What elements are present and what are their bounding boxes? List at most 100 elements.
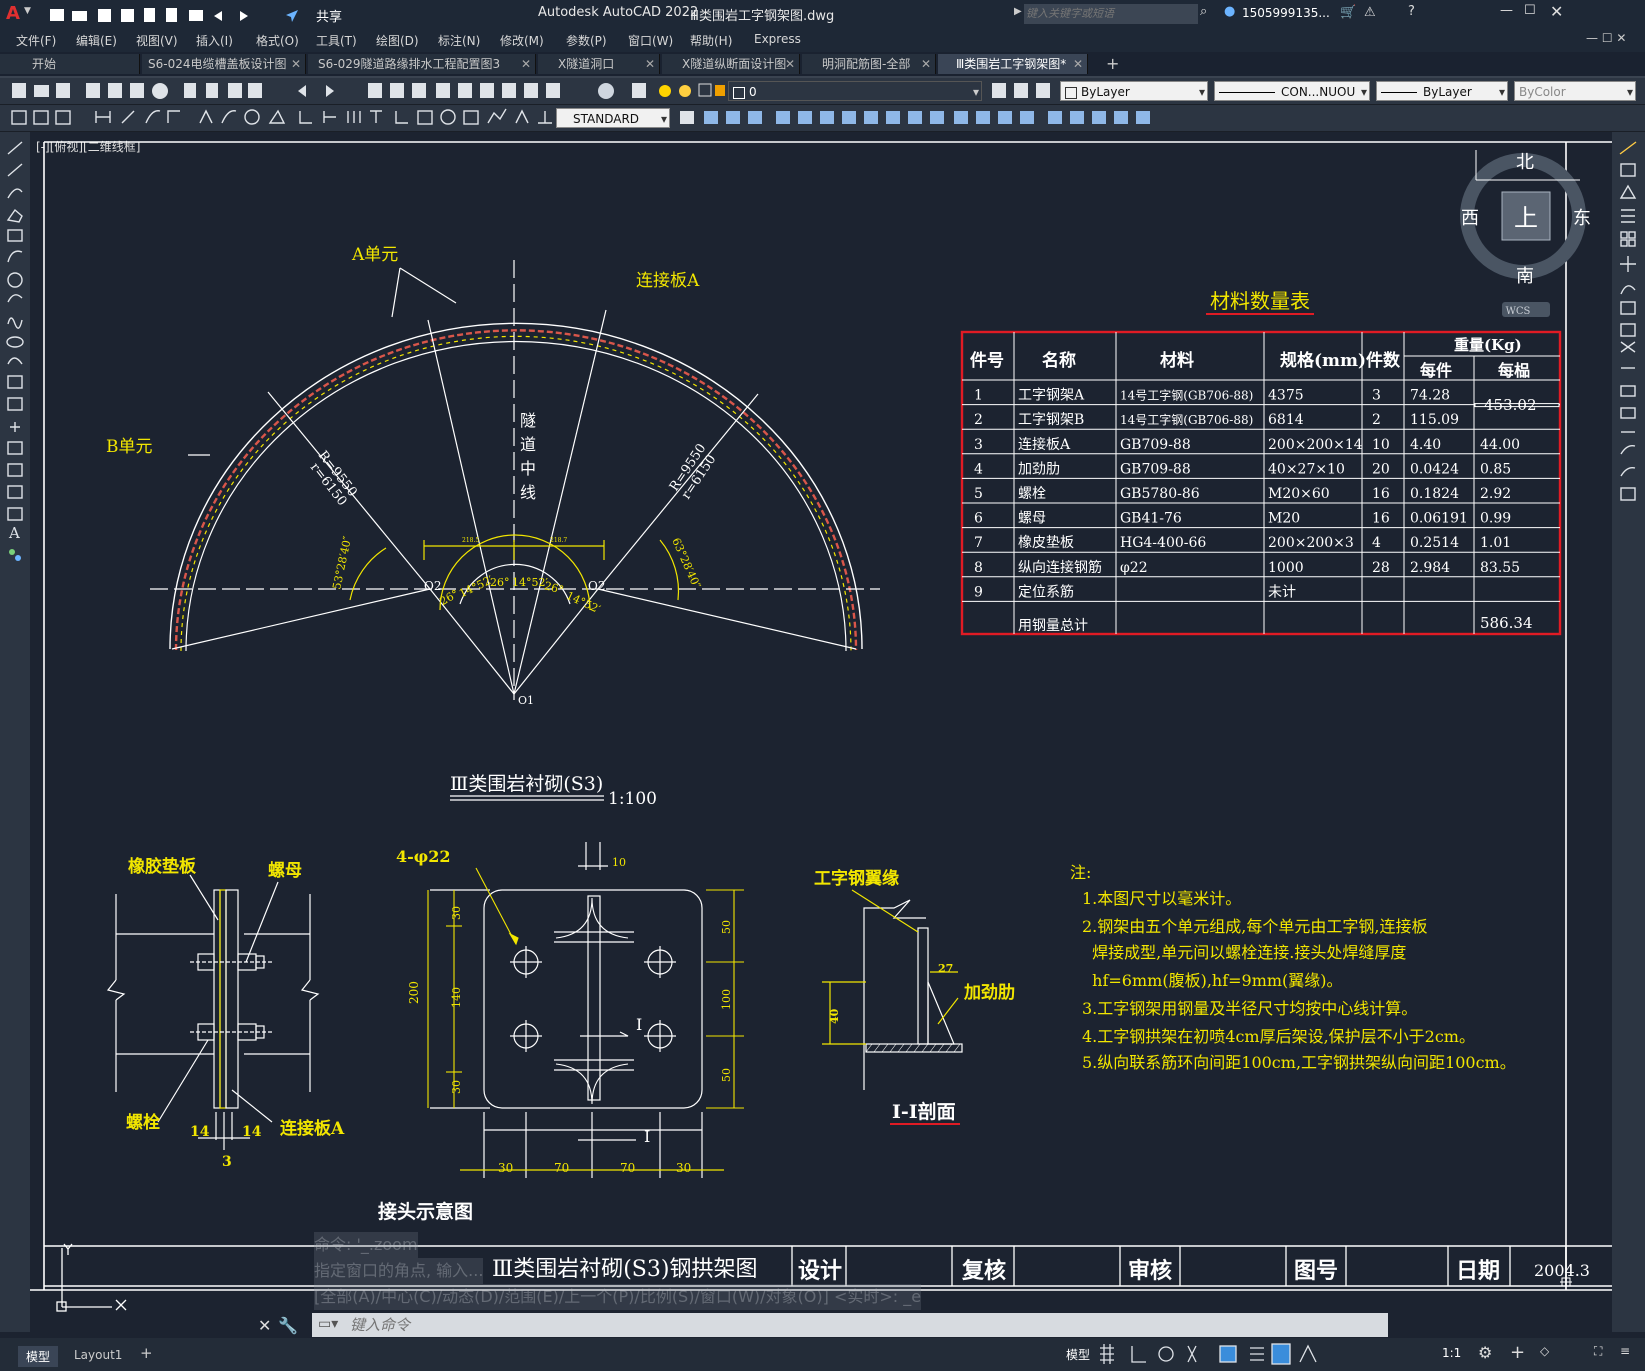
maximize-button[interactable]: ☐: [1524, 3, 1536, 18]
menu-draw[interactable]: 绘图(D): [376, 32, 419, 49]
joint-label-bolt: 螺栓: [126, 1112, 160, 1133]
color-swatch: [1065, 86, 1077, 99]
standard-toolbar-icons[interactable]: [8, 78, 768, 104]
tab-file[interactable]: S6-029隧道路缘排水工程配置图3 ✕: [308, 54, 536, 74]
note-line: 3.工字钢架用钢量及半径尺寸均按中心线计算。: [1082, 999, 1417, 1018]
dimension-toolbar-icons[interactable]: [8, 105, 583, 131]
tab-file[interactable]: X隧道洞口 ✕: [538, 54, 660, 74]
viewcube-south[interactable]: 南: [1516, 266, 1534, 287]
autodesk-app-icon[interactable]: ⚠: [1364, 5, 1376, 20]
tab-label: X隧道洞口: [558, 57, 615, 71]
draw-toolbar-icons[interactable]: A: [0, 132, 30, 592]
modify-toolbar-right-icons[interactable]: [1612, 132, 1645, 532]
tab-start[interactable]: 开始: [0, 54, 140, 74]
o2-left: O2: [424, 579, 441, 593]
drafting-toggles-icons[interactable]: [1096, 1342, 1476, 1368]
tab-file[interactable]: X隧道纵断面设计图 ✕: [662, 54, 800, 74]
layer-state-icons[interactable]: [655, 78, 730, 104]
menu-edit[interactable]: 编辑(E): [76, 32, 117, 49]
cart-icon[interactable]: 🛒: [1340, 5, 1356, 20]
search-expand-icon[interactable]: ▶: [1014, 6, 1022, 17]
viewcube-east[interactable]: 东: [1573, 208, 1591, 229]
menu-format[interactable]: 格式(O): [256, 32, 299, 49]
linetype-dropdown[interactable]: CON...NUOU ▾: [1214, 81, 1370, 101]
table-cell: 2.92: [1480, 486, 1511, 502]
viewcube-north[interactable]: 北: [1516, 152, 1534, 173]
tab-close-icon[interactable]: ✕: [645, 54, 655, 74]
viewcube[interactable]: 上 北 南 东 西 WCS: [1460, 150, 1591, 317]
chevron-down-icon: ▾: [972, 85, 979, 99]
gear-icon[interactable]: ⚙: [1478, 1343, 1492, 1362]
table-cell: 28: [1372, 560, 1390, 576]
status-bar: 模型 Layout1 + 模型 1:1 ⚙ + ◇ ⛶ ≡: [0, 1338, 1645, 1371]
plate-dim-top: 10: [612, 856, 626, 869]
command-input-box[interactable]: ▭▾: [312, 1313, 1388, 1337]
layout-tab-model[interactable]: 模型: [18, 1346, 59, 1367]
wcs-menu[interactable]: WCS: [1506, 306, 1531, 317]
tab-close-icon[interactable]: ✕: [921, 54, 931, 74]
table-header: 名称: [1042, 350, 1076, 371]
add-layout-button[interactable]: +: [140, 1344, 153, 1362]
table-cell: 橡皮垫板: [1018, 535, 1074, 551]
tab-close-icon[interactable]: ✕: [785, 54, 795, 74]
menu-modify[interactable]: 修改(M): [500, 32, 544, 49]
menu-window[interactable]: 窗口(W): [628, 32, 673, 49]
autocad-logo-icon[interactable]: A: [6, 3, 20, 24]
menu-tools[interactable]: 工具(T): [316, 32, 357, 49]
help-icon[interactable]: ?: [1408, 4, 1415, 19]
viewcube-top[interactable]: 上: [1514, 204, 1538, 232]
search-input[interactable]: [1024, 4, 1198, 24]
linetype-value: CON...NUOU: [1281, 85, 1356, 99]
command-close-icon[interactable]: ✕: [258, 1316, 271, 1335]
tab-close-icon[interactable]: ✕: [291, 54, 301, 74]
tab-close-icon[interactable]: ✕: [521, 54, 531, 74]
tab-file[interactable]: 明洞配筋图-全部 ✕: [802, 54, 936, 74]
table-cell: 40×27×10: [1268, 461, 1345, 477]
plus-icon[interactable]: +: [1510, 1342, 1525, 1363]
user-name[interactable]: 1505999135...: [1242, 6, 1330, 20]
layer-dropdown[interactable]: 0 ▾: [728, 81, 982, 101]
menu-help[interactable]: 帮助(H): [690, 32, 732, 49]
app-menu-chevron-icon[interactable]: ▼: [24, 6, 31, 16]
menu-file[interactable]: 文件(F): [16, 32, 56, 49]
viewcube-west[interactable]: 西: [1461, 208, 1479, 229]
table-header: 每件: [1420, 361, 1452, 380]
isolate-icon[interactable]: ◇: [1540, 1344, 1549, 1358]
table-cell: 螺母: [1018, 511, 1046, 527]
table-cell: 0.2514: [1410, 535, 1459, 551]
new-tab-button[interactable]: +: [1106, 54, 1119, 73]
layout-tab-layout1[interactable]: Layout1: [66, 1346, 130, 1364]
tab-file[interactable]: S6-024电缆槽盖板设计图 ✕: [142, 54, 306, 74]
tab-close-icon[interactable]: ✕: [1073, 54, 1083, 74]
tab-file-active[interactable]: Ⅲ类围岩工字钢架图* ✕: [938, 54, 1088, 74]
command-input[interactable]: [348, 1314, 1372, 1336]
o1-label: O1: [518, 694, 534, 707]
quick-access-icons[interactable]: [48, 6, 308, 24]
menu-dimension[interactable]: 标注(N): [438, 32, 480, 49]
menu-insert[interactable]: 插入(I): [196, 32, 233, 49]
annotation-scale[interactable]: 1:1: [1442, 1346, 1461, 1360]
dimstyle-dropdown[interactable]: STANDARD ▾: [556, 108, 670, 128]
plate-dim-bottom: 30: [498, 1161, 513, 1175]
table-cell: 加劲肋: [1018, 461, 1060, 477]
layer-tools-icons[interactable]: [988, 78, 1058, 104]
modify-toolbar-icons[interactable]: [676, 105, 1176, 131]
menu-express[interactable]: Express: [754, 32, 801, 46]
menu-parametric[interactable]: 参数(P): [566, 32, 607, 49]
minimize-button[interactable]: —: [1500, 3, 1513, 18]
wrench-icon[interactable]: 🔧: [278, 1316, 298, 1335]
customize-menu-icon[interactable]: ≡: [1620, 1344, 1630, 1358]
user-icon[interactable]: ●: [1224, 4, 1235, 19]
plotstyle-dropdown[interactable]: ByColor ▾: [1514, 81, 1636, 101]
menu-view[interactable]: 视图(V): [136, 32, 178, 49]
lineweight-dropdown[interactable]: ByLayer ▾: [1376, 81, 1508, 101]
close-button[interactable]: ✕: [1550, 2, 1563, 21]
color-dropdown[interactable]: ByLayer ▾: [1060, 81, 1208, 101]
model-space-toggle[interactable]: 模型: [1066, 1346, 1090, 1363]
doc-window-controls[interactable]: — ☐ ✕: [1586, 31, 1626, 45]
share-button[interactable]: 共享: [316, 6, 342, 25]
fullscreen-icon[interactable]: ⛶: [1594, 1344, 1602, 1359]
search-icon[interactable]: ⌕: [1200, 4, 1207, 19]
command-prompt-icon[interactable]: ▭▾: [318, 1316, 338, 1332]
table-cell: 6: [974, 511, 983, 527]
